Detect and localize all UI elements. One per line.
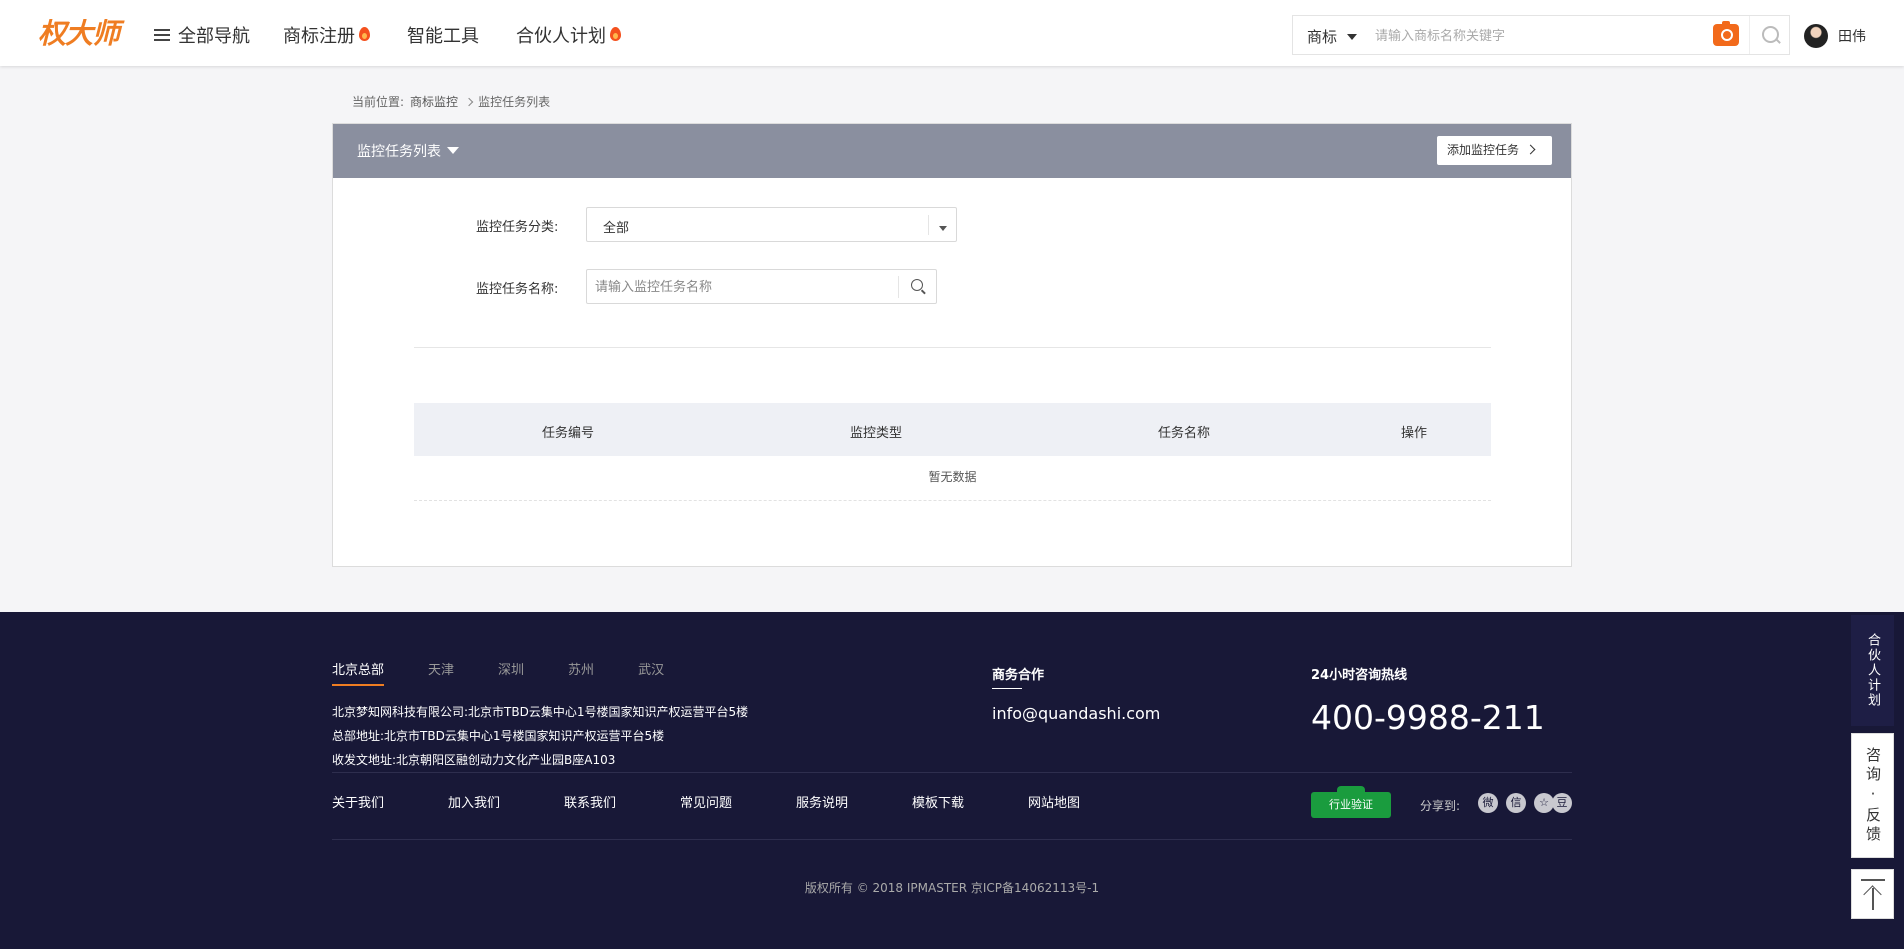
nav-all-categories[interactable]: 全部导航: [154, 22, 250, 48]
task-name-field: [586, 269, 937, 304]
nav-smart-tools[interactable]: 智能工具: [407, 22, 479, 48]
weibo-icon[interactable]: 微: [1478, 793, 1498, 813]
address-line: 收发文地址:北京朝阳区融创动力文化产业园B座A103: [332, 753, 616, 767]
nav-all-label: 全部导航: [178, 26, 250, 47]
hotline-title: 24小时咨询热线: [1311, 668, 1408, 683]
breadcrumb-parent-link[interactable]: 商标监控: [410, 95, 458, 109]
panel-header: 监控任务列表 添加监控任务: [333, 124, 1571, 178]
breadcrumb: 当前位置: 商标监控 监控任务列表: [352, 93, 556, 110]
footer-link-faq[interactable]: 常见问题: [680, 792, 796, 811]
chevron-right-icon: [464, 97, 474, 107]
nav-partner-label: 合伙人计划: [516, 26, 606, 47]
user-name[interactable]: 田伟: [1838, 26, 1866, 46]
search-type-select[interactable]: 商标: [1307, 26, 1358, 47]
address-line: 总部地址:北京市TBD云集中心1号楼国家知识产权运营平台5楼: [332, 729, 665, 743]
monitor-task-panel: 监控任务列表 添加监控任务 监控任务分类: 全部 监控任务名称: 任务编号 监控…: [332, 123, 1572, 567]
industry-verified-badge[interactable]: 行业验证: [1311, 786, 1391, 818]
nav-register-label: 商标注册: [283, 26, 355, 47]
business-email[interactable]: info@quandashi.com: [992, 704, 1160, 723]
fire-icon: [359, 27, 370, 41]
nav-partner-plan[interactable]: 合伙人计划: [516, 22, 621, 48]
tab-suzhou[interactable]: 苏州: [568, 659, 594, 684]
tab-tianjin[interactable]: 天津: [428, 659, 454, 684]
divider: [332, 772, 1572, 773]
divider: [332, 839, 1572, 840]
douban-icon[interactable]: 豆: [1552, 793, 1572, 813]
column-header: 操作: [1400, 426, 1428, 441]
copyright: 版权所有 © 2018 IPMASTER 京ICP备14062113号-1: [804, 881, 1100, 895]
wechat-icon[interactable]: 信: [1506, 793, 1526, 813]
business-title: 商务合作: [992, 664, 1044, 689]
nav-trademark-register[interactable]: 商标注册: [283, 22, 370, 48]
task-name-input[interactable]: [595, 276, 885, 298]
chevron-right-icon: [1525, 144, 1536, 155]
search-icon[interactable]: [898, 276, 936, 298]
fire-icon: [610, 27, 621, 41]
avatar[interactable]: [1804, 24, 1828, 48]
search-icon[interactable]: [1749, 16, 1789, 54]
tab-beijing[interactable]: 北京总部: [332, 659, 385, 686]
footer-link-sitemap[interactable]: 网站地图: [1028, 792, 1144, 811]
back-to-top-icon[interactable]: [1851, 869, 1894, 919]
category-label: 监控任务分类:: [476, 220, 559, 235]
top-header: 权大师 全部导航 商标注册 智能工具 合伙人计划 商标 田伟: [0, 0, 1904, 66]
footer-links: 关于我们 加入我们 联系我们 常见问题 服务说明 模板下载 网站地图: [332, 792, 1144, 811]
footer-link-templates[interactable]: 模板下载: [912, 792, 1028, 811]
add-monitor-task-button[interactable]: 添加监控任务: [1437, 136, 1552, 165]
empty-state: 暂无数据: [414, 456, 1491, 501]
caret-down-icon: [1347, 34, 1358, 40]
column-header: 任务名称: [1157, 426, 1211, 441]
column-header: 监控类型: [849, 426, 903, 441]
column-header: 任务编号: [541, 426, 595, 441]
search-input[interactable]: [1375, 23, 1695, 49]
global-search: 商标: [1292, 15, 1790, 55]
share-label: 分享到:: [1420, 799, 1461, 813]
footer-link-contact[interactable]: 联系我们: [564, 792, 680, 811]
table-header: 任务编号 监控类型 任务名称 操作: [414, 403, 1491, 456]
breadcrumb-current: 监控任务列表: [478, 95, 551, 109]
panel-title: 监控任务列表: [357, 144, 441, 160]
breadcrumb-prefix: 当前位置:: [352, 95, 405, 109]
float-feedback-button[interactable]: 咨询·反馈: [1851, 733, 1894, 858]
nav-tools-label: 智能工具: [407, 26, 479, 47]
footer-link-service[interactable]: 服务说明: [796, 792, 912, 811]
caret-down-icon: [447, 147, 459, 154]
footer: 北京总部 天津 深圳 苏州 武汉 北京梦知网科技有限公司:北京市TBD云集中心1号楼国家…: [0, 612, 1904, 949]
category-select[interactable]: 全部: [586, 207, 957, 242]
qzone-icon[interactable]: ☆: [1534, 793, 1554, 813]
camera-icon[interactable]: [1713, 21, 1739, 46]
task-name-label: 监控任务名称:: [476, 282, 559, 297]
divider: [414, 347, 1491, 348]
tab-wuhan[interactable]: 武汉: [638, 659, 664, 684]
chevron-down-icon: [928, 215, 956, 235]
address-line: 北京梦知网科技有限公司:北京市TBD云集中心1号楼国家知识产权运营平台5楼: [332, 705, 749, 719]
footer-link-about[interactable]: 关于我们: [332, 792, 448, 811]
float-partner-button[interactable]: 合伙人计划: [1851, 615, 1894, 726]
add-button-label: 添加监控任务: [1447, 143, 1520, 157]
menu-icon: [154, 29, 170, 41]
search-type-label: 商标: [1307, 28, 1338, 46]
hotline-number: 400-9988-211: [1311, 698, 1545, 737]
panel-title-dropdown[interactable]: 监控任务列表: [357, 141, 459, 161]
arrow-stem: [1872, 888, 1874, 910]
footer-link-join[interactable]: 加入我们: [448, 792, 564, 811]
office-tabs: 北京总部 天津 深圳 苏州 武汉: [332, 659, 708, 686]
tab-shenzhen[interactable]: 深圳: [498, 659, 524, 684]
site-logo[interactable]: 权大师: [38, 12, 120, 52]
category-select-value: 全部: [603, 221, 630, 236]
